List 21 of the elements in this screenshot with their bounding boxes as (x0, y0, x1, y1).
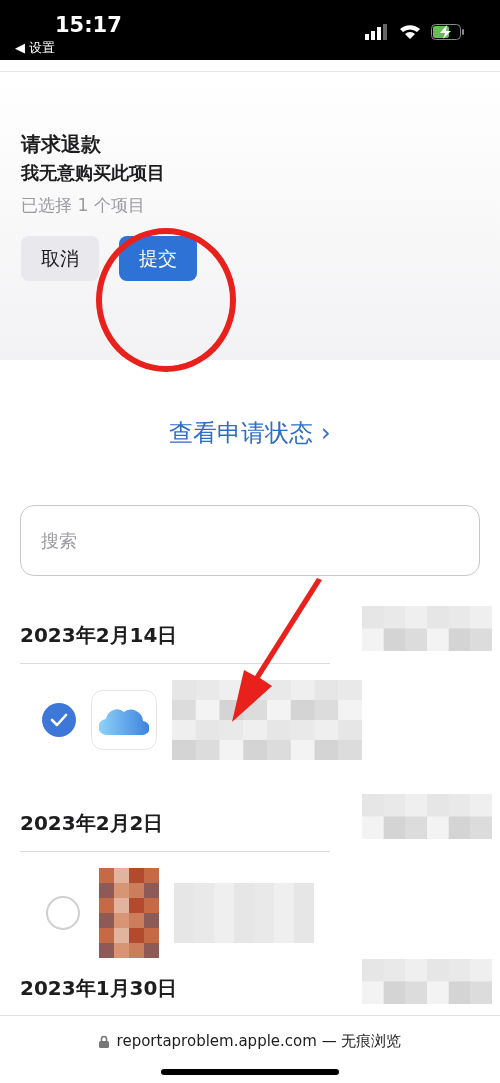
wifi-icon (399, 24, 421, 40)
selection-count: 已选择 1 个项目 (21, 194, 145, 217)
date-header: 2023年2月2日 (20, 810, 164, 837)
date-header: 2023年2月14日 (20, 622, 178, 649)
item-checkbox[interactable] (42, 703, 76, 737)
back-link[interactable]: ◀ 设置 (15, 38, 56, 58)
address-bar-url[interactable]: reportaproblem.apple.com — 无痕浏览 (116, 1030, 402, 1053)
battery-charging-icon (431, 24, 465, 40)
signal-icon (365, 24, 389, 40)
checkmark-icon (50, 713, 68, 727)
cancel-button[interactable]: 取消 (21, 236, 99, 281)
search-field[interactable]: 搜索 (20, 505, 480, 576)
submit-button[interactable]: 提交 (119, 236, 197, 281)
cloud-app-icon (91, 690, 157, 750)
panel-title: 请求退款 (21, 131, 101, 158)
item-checkbox[interactable] (46, 896, 80, 930)
refund-reason: 我无意购买此项目 (21, 161, 165, 185)
status-link[interactable]: 查看申请状态 › (169, 414, 331, 451)
lock-icon (98, 1034, 109, 1048)
date-header: 2023年1月30日 (20, 975, 178, 1002)
clock: 15:17 (55, 12, 122, 39)
